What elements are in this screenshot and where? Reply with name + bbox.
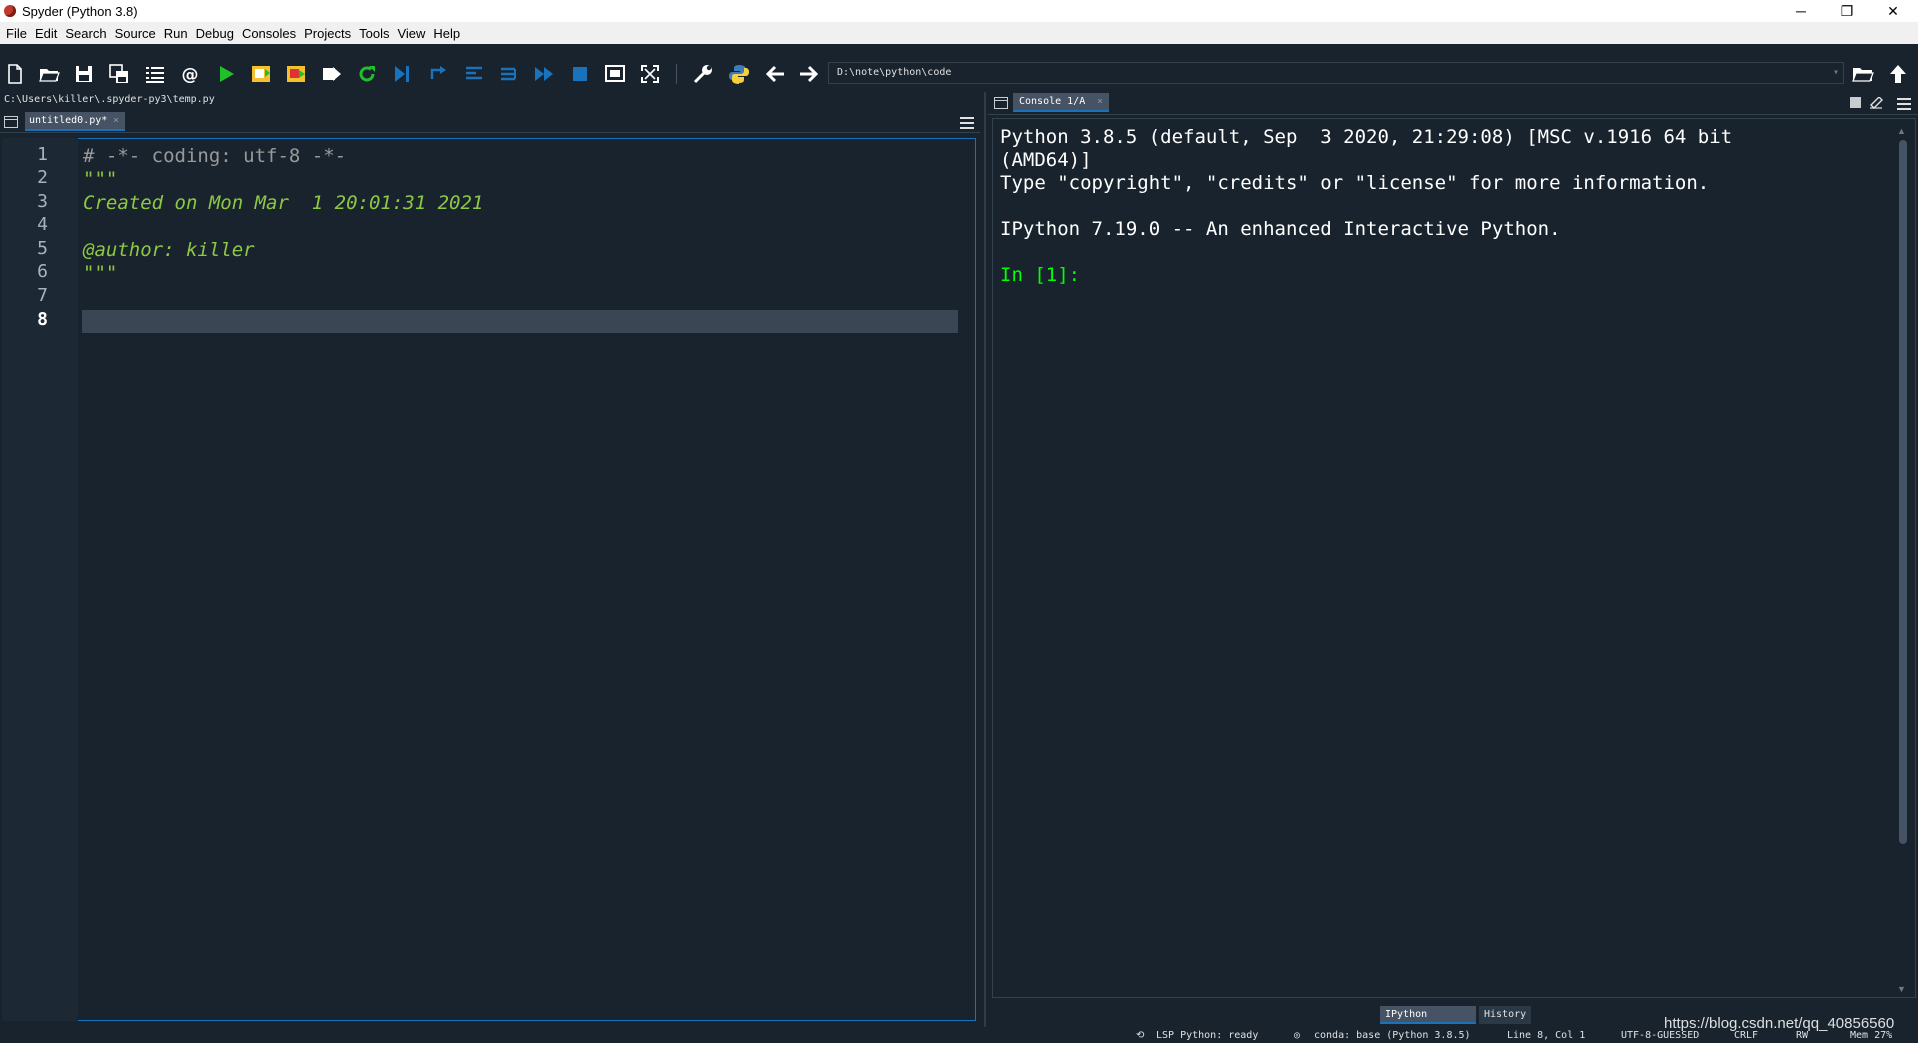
menu-consoles[interactable]: Consoles — [238, 26, 300, 41]
menu-projects[interactable]: Projects — [300, 26, 355, 41]
open-file-icon[interactable] — [37, 62, 61, 86]
tab-console-1a[interactable]: Console 1/A × — [1013, 93, 1109, 112]
run-cell-advance-icon[interactable] — [284, 62, 308, 86]
close-window-button[interactable]: ✕ — [1870, 0, 1916, 22]
working-directory-combobox[interactable]: D:\note\python\code ▾ — [828, 62, 1844, 84]
run-cell-icon[interactable] — [249, 62, 273, 86]
forward-arrow-icon[interactable] — [796, 62, 820, 86]
toolbar-separator — [676, 64, 677, 84]
menu-file[interactable]: File — [2, 26, 31, 41]
chevron-down-icon[interactable]: ▾ — [1833, 63, 1839, 83]
title-bar: Spyder (Python 3.8) ─ ❐ ✕ — [0, 0, 1918, 22]
menu-edit[interactable]: Edit — [31, 26, 61, 41]
line-number: 5 — [37, 238, 48, 259]
save-file-icon[interactable] — [72, 62, 96, 86]
code-line[interactable]: """ — [83, 262, 117, 284]
scroll-up-icon[interactable]: ▲ — [1897, 126, 1906, 136]
line-number: 6 — [37, 261, 48, 282]
console-scrollbar[interactable] — [1899, 140, 1907, 844]
svg-text:@: @ — [182, 65, 199, 85]
editor-tab-bar — [0, 110, 980, 133]
fullscreen-icon[interactable] — [638, 62, 662, 86]
console-output-line: Type "copyright", "credits" or "license"… — [1000, 172, 1710, 194]
editor-options-menu-icon[interactable] — [960, 117, 974, 129]
menu-view[interactable]: View — [393, 26, 429, 41]
menu-source[interactable]: Source — [111, 26, 160, 41]
browse-directory-icon[interactable] — [1851, 62, 1875, 86]
tab-label: untitled0.py* — [29, 115, 108, 126]
parent-directory-icon[interactable] — [1886, 62, 1910, 86]
spyder-logo-icon — [4, 5, 16, 17]
line-number-current: 8 — [37, 309, 48, 330]
line-number: 3 — [37, 191, 48, 212]
restore-button[interactable]: ❐ — [1824, 0, 1870, 22]
lsp-status: LSP Python: ready — [1156, 1030, 1259, 1041]
menu-search[interactable]: Search — [61, 26, 110, 41]
code-line[interactable]: # -*- coding: utf-8 -*- — [83, 145, 346, 167]
stop-kernel-icon[interactable] — [1850, 97, 1861, 108]
watermark: https://blog.csdn.net/qq_40856560 — [1664, 1015, 1895, 1032]
browse-tabs-icon[interactable] — [4, 116, 18, 128]
python-path-icon[interactable] — [727, 62, 751, 86]
back-arrow-icon[interactable] — [764, 62, 788, 86]
working-directory-value: D:\note\python\code — [837, 67, 952, 78]
continue-icon[interactable] — [532, 62, 556, 86]
current-line-highlight — [82, 310, 958, 333]
minimize-button[interactable]: ─ — [1778, 0, 1824, 22]
line-number: 4 — [37, 214, 48, 235]
debug-step-icon[interactable] — [427, 62, 451, 86]
browse-tabs-icon[interactable] — [994, 97, 1008, 109]
step-return-icon[interactable] — [497, 62, 521, 86]
conda-icon: ◎ — [1294, 1030, 1301, 1041]
console-options-menu-icon[interactable] — [1897, 98, 1911, 110]
code-editor[interactable] — [2, 138, 976, 1021]
pane-splitter[interactable] — [984, 92, 986, 1028]
run-icon[interactable] — [214, 62, 238, 86]
menu-help[interactable]: Help — [429, 26, 464, 41]
code-line[interactable]: @author: killer — [83, 239, 255, 261]
menu-tools[interactable]: Tools — [355, 26, 393, 41]
editor-file-path: C:\Users\killer\.spyder-py3\temp.py — [4, 94, 215, 105]
save-all-icon[interactable] — [107, 62, 131, 86]
menu-bar: File Edit Search Source Run Debug Consol… — [0, 22, 1918, 44]
close-tab-icon[interactable]: × — [1097, 93, 1103, 110]
menu-debug[interactable]: Debug — [192, 26, 238, 41]
tab-ipython-console[interactable]: IPython console — [1380, 1006, 1476, 1038]
stop-debug-icon[interactable] — [568, 62, 592, 86]
window-title: Spyder (Python 3.8) — [22, 3, 138, 19]
run-selection-icon[interactable] — [320, 62, 344, 86]
step-into-icon[interactable] — [462, 62, 486, 86]
line-number: 7 — [37, 285, 48, 306]
rerun-icon[interactable] — [355, 62, 379, 86]
console-prompt[interactable]: In [1]: — [1000, 264, 1080, 286]
console-output-line: Python 3.8.5 (default, Sep 3 2020, 21:29… — [1000, 126, 1733, 148]
console-output-line: (AMD64)] — [1000, 149, 1092, 171]
console-output-line: IPython 7.19.0 -- An enhanced Interactiv… — [1000, 218, 1561, 240]
code-line[interactable]: """ — [83, 168, 117, 190]
console-tab-bar — [988, 92, 1918, 115]
ipython-console[interactable] — [992, 118, 1916, 998]
status-bar: ⟲ LSP Python: ready ◎ conda: base (Pytho… — [0, 1027, 1918, 1043]
line-number: 1 — [37, 144, 48, 165]
tab-untitled0[interactable]: untitled0.py* × — [25, 112, 125, 131]
tab-label: Console 1/A — [1019, 96, 1086, 107]
close-tab-icon[interactable]: × — [113, 112, 119, 129]
cursor-position: Line 8, Col 1 — [1507, 1030, 1586, 1041]
lsp-sync-icon: ⟲ — [1136, 1030, 1145, 1041]
clear-console-eraser-icon[interactable] — [1869, 96, 1883, 109]
debug-icon[interactable] — [390, 62, 414, 86]
maximize-pane-icon[interactable] — [603, 62, 627, 86]
scroll-down-icon[interactable]: ▼ — [1897, 984, 1906, 994]
menu-run[interactable]: Run — [160, 26, 192, 41]
new-file-icon[interactable] — [3, 62, 27, 86]
line-number: 2 — [37, 167, 48, 188]
preferences-wrench-icon[interactable] — [691, 62, 715, 86]
outline-list-icon[interactable] — [143, 62, 167, 86]
code-line[interactable]: Created on Mon Mar 1 20:01:31 2021 — [83, 192, 483, 214]
at-symbol-icon[interactable]: @ — [178, 62, 202, 86]
conda-env-status[interactable]: conda: base (Python 3.8.5) — [1314, 1030, 1471, 1041]
tab-history[interactable]: History — [1479, 1006, 1531, 1024]
